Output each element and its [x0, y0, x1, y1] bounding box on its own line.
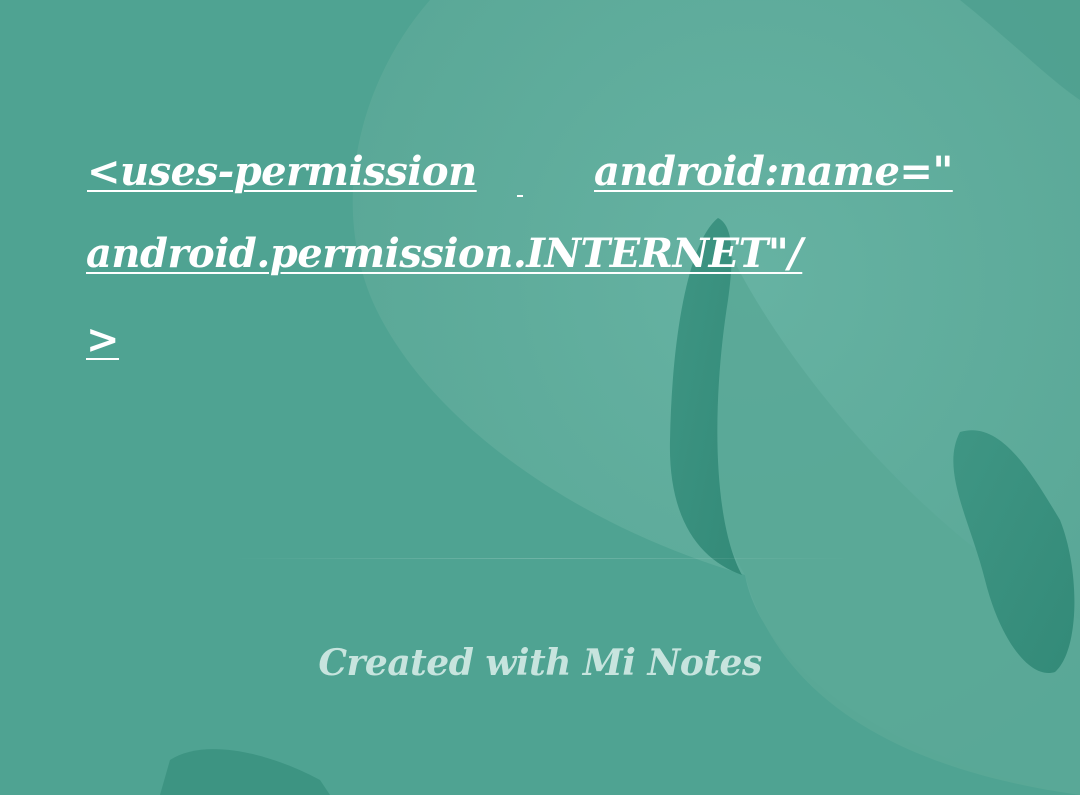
note-text-line: android:name=" [594, 148, 953, 195]
note-text-line: > [86, 316, 120, 363]
note-text-line: <uses-permission [87, 148, 477, 195]
divider [232, 558, 852, 559]
footer-credit: Created with Mi Notes [318, 642, 762, 684]
underlined-space [517, 148, 523, 200]
note-text-line: android.permission.INTERNET"/ [86, 230, 803, 277]
